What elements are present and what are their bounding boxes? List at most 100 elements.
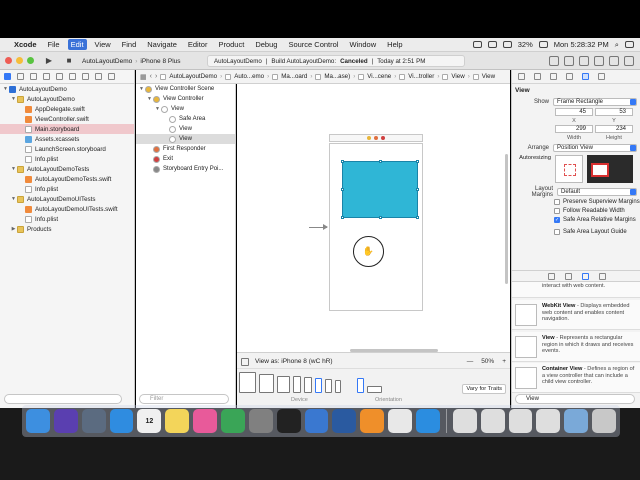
menu-editor[interactable]: Editor (188, 40, 208, 49)
document-4-icon[interactable] (536, 409, 561, 433)
outline-row[interactable]: Storyboard Entry Poi... (136, 164, 235, 174)
outline-row[interactable]: ▼ View Controller Scene (136, 84, 235, 94)
calendar-icon[interactable]: 12 (137, 409, 162, 433)
breadcrumb-item[interactable]: Auto...emo (225, 73, 264, 80)
debug-area-toggle-icon[interactable] (609, 56, 619, 66)
file-tree-row[interactable]: Info.plist (0, 184, 134, 194)
notes-icon[interactable] (165, 409, 190, 433)
device-ipad-pro-10-icon[interactable] (259, 374, 274, 393)
resize-handle-bottom-left[interactable] (341, 216, 344, 219)
file-tree-row[interactable]: AutoLayoutDemoUITests.swift (0, 204, 134, 214)
outline-row[interactable]: Exit (136, 154, 235, 164)
breadcrumb-item[interactable]: Vi...cene (358, 73, 391, 80)
first-responder-dock-icon[interactable] (374, 136, 378, 140)
disclosure-triangle-icon[interactable]: ▶ (10, 226, 17, 232)
autoresizing-mask-control[interactable] (555, 155, 583, 183)
debug-navigator-tab-icon[interactable] (82, 73, 89, 80)
file-tree-row[interactable]: ▼ AutoLayoutDemo (0, 84, 134, 94)
resize-handle-bottom[interactable] (379, 216, 382, 219)
issue-navigator-tab-icon[interactable] (56, 73, 63, 80)
identity-inspector-tab-icon[interactable] (550, 73, 557, 80)
layout-margins-popup[interactable]: Default (557, 188, 637, 196)
textedit-icon[interactable] (388, 409, 413, 433)
disclosure-triangle-icon[interactable]: ▼ (154, 106, 161, 112)
zoom-out-button[interactable]: — (467, 358, 474, 365)
document-1-icon[interactable] (452, 409, 477, 433)
margin-checkbox-row[interactable]: Follow Readable Width (512, 206, 640, 215)
xcode-helper-icon[interactable] (304, 409, 329, 433)
breadcrumb-item[interactable]: Ma...ase) (315, 73, 350, 80)
device-iphone-se-icon[interactable] (325, 379, 332, 393)
file-tree-row[interactable]: Assets.xcassets (0, 134, 134, 144)
system-preferences-icon[interactable] (248, 409, 273, 433)
file-tree-row[interactable]: Info.plist (0, 154, 134, 164)
object-library-item[interactable]: View - Represents a rectangular region i… (512, 332, 640, 362)
breadcrumb-item[interactable]: Vi...troller (399, 73, 434, 80)
x-field[interactable]: 45 (555, 108, 593, 116)
safari-icon[interactable] (109, 409, 134, 433)
menu-navigate[interactable]: Navigate (147, 40, 177, 49)
object-library-icon[interactable] (581, 272, 589, 280)
disclosure-triangle-icon[interactable]: ▼ (2, 86, 9, 92)
xcode-icon[interactable] (416, 409, 440, 433)
arrange-popup[interactable]: Position View (553, 144, 637, 152)
code-snippet-library-icon[interactable] (564, 272, 572, 280)
device-iphone-x-icon[interactable] (293, 376, 301, 393)
menu-xcode[interactable]: Xcode (14, 40, 37, 49)
outline-row[interactable]: View (136, 124, 235, 134)
resize-handle-left[interactable] (341, 188, 344, 191)
disclosure-triangle-icon[interactable]: ▼ (138, 86, 145, 92)
margin-checkbox-row[interactable]: Preserve Superview Margins (512, 197, 640, 206)
finder-icon[interactable] (26, 409, 50, 433)
menu-clock[interactable]: Mon 5:28:32 PM (554, 40, 609, 49)
project-navigator-tab-icon[interactable] (4, 73, 11, 80)
zoom-window-icon[interactable] (27, 57, 34, 64)
related-items-icon[interactable]: ▦ (140, 73, 147, 81)
orientation-portrait-icon[interactable] (357, 378, 364, 393)
terminal-icon[interactable] (276, 409, 301, 433)
file-tree-row[interactable]: ViewController.swift (0, 114, 134, 124)
zoom-level[interactable]: 50% (481, 358, 494, 365)
exit-dock-icon[interactable] (381, 136, 385, 140)
device-ipad-pro-12-icon[interactable] (239, 372, 256, 393)
object-library-item[interactable]: Container View - Defines a region of a v… (512, 363, 640, 393)
close-window-icon[interactable] (5, 57, 12, 64)
dropbox-icon[interactable] (472, 41, 482, 48)
outline-row[interactable]: View (136, 134, 235, 144)
menu-debug[interactable]: Debug (255, 40, 277, 49)
resize-handle-top-right[interactable] (416, 160, 419, 163)
navigator-toggle-icon[interactable] (594, 56, 604, 66)
orientation-landscape-icon[interactable] (367, 386, 382, 393)
menu-edit[interactable]: Edit (67, 39, 87, 50)
zoom-in-button[interactable]: + (502, 358, 506, 365)
disclosure-triangle-icon[interactable]: ▼ (10, 96, 17, 102)
standard-editor-icon[interactable] (549, 56, 559, 66)
device-iphone-8-icon[interactable] (315, 378, 322, 393)
resize-handle-top[interactable] (379, 160, 382, 163)
forward-arrow-icon[interactable]: › (155, 73, 157, 80)
show-popup[interactable]: Frame Rectangle (553, 98, 637, 106)
device-iphone-8-plus-icon[interactable] (304, 377, 312, 393)
device-iphone-4s-icon[interactable] (335, 380, 341, 393)
wifi-icon[interactable] (487, 41, 497, 48)
scene-dock[interactable] (329, 134, 423, 142)
file-tree-row[interactable]: ▼ AutoLayoutDemoTests (0, 164, 134, 174)
disclosure-triangle-icon[interactable]: ▼ (146, 96, 153, 102)
downloads-icon[interactable] (564, 409, 589, 433)
find-navigator-tab-icon[interactable] (43, 73, 50, 80)
document-2-icon[interactable] (480, 409, 505, 433)
menu-help[interactable]: Help (387, 40, 402, 49)
run-button[interactable]: ▶ (42, 56, 56, 66)
file-tree-row[interactable]: LaunchScreen.storyboard (0, 144, 134, 154)
file-tree-row[interactable]: Main.storyboard (0, 124, 134, 134)
selected-blue-view[interactable] (341, 160, 419, 219)
chrome-icon[interactable] (221, 409, 245, 433)
device-ipad-icon[interactable] (277, 376, 290, 393)
utilities-toggle-icon[interactable] (624, 56, 634, 66)
y-field[interactable]: 53 (595, 108, 633, 116)
view-controller-scene[interactable]: ✋ (329, 143, 423, 311)
version-editor-icon[interactable] (579, 56, 589, 66)
battery-icon[interactable] (538, 41, 548, 48)
view-controller-dock-icon[interactable] (367, 136, 371, 140)
resize-handle-bottom-right[interactable] (416, 216, 419, 219)
